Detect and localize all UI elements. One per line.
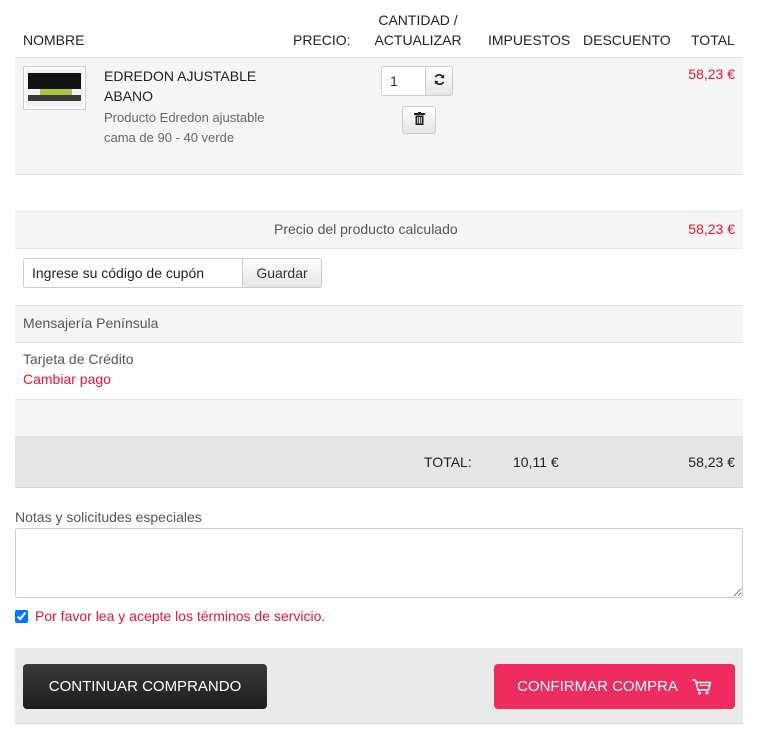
quantity-control — [381, 66, 453, 96]
header-discount: DESCUENTO — [583, 32, 671, 48]
coupon-input[interactable] — [23, 258, 243, 288]
spacer-row — [15, 400, 743, 437]
calculated-price-label: Precio del producto calculado — [274, 221, 458, 237]
product-description: Producto Edredon ajustable cama de 90 - … — [104, 110, 265, 145]
shipping-row: Mensajería Península — [15, 306, 743, 343]
quantity-input[interactable] — [381, 66, 426, 96]
terms-text[interactable]: Por favor lea y acepte los términos de s… — [35, 608, 325, 624]
change-payment-link[interactable]: Cambiar pago — [23, 371, 111, 387]
refresh-icon — [433, 73, 446, 89]
cart-page: NOMBRE PRECIO: CANTIDAD / ACTUALIZAR IMP… — [0, 0, 759, 743]
calculated-price-row: Precio del producto calculado 58,23 € — [15, 212, 743, 249]
header-quantity-line1: CANTIDAD / — [378, 12, 458, 28]
confirm-purchase-label: CONFIRMAR COMPRA — [517, 678, 678, 695]
checkout-actions: CONTINUAR COMPRANDO CONFIRMAR COMPRA — [15, 648, 743, 724]
header-quantity-line2: ACTUALIZAR — [374, 32, 462, 48]
order-total-tax: 10,11 € — [513, 454, 559, 470]
remove-item-button[interactable] — [402, 106, 436, 134]
terms-agreement[interactable]: Por favor lea y acepte los términos de s… — [15, 608, 325, 624]
product-name[interactable]: EDREDON AJUSTABLE ABANO — [104, 66, 274, 106]
notes-label: Notas y solicitudes especiales — [15, 509, 202, 525]
trash-icon — [413, 112, 425, 128]
header-price: PRECIO: — [293, 32, 351, 48]
product-total: 58,23 € — [688, 66, 735, 82]
continue-shopping-button[interactable]: CONTINUAR COMPRANDO — [23, 664, 267, 709]
order-total-value: 58,23 € — [688, 454, 735, 470]
calculated-price-value: 58,23 € — [688, 221, 735, 237]
header-total: TOTAL — [691, 32, 735, 48]
confirm-purchase-button[interactable]: CONFIRMAR COMPRA — [494, 664, 735, 709]
header-name: NOMBRE — [23, 32, 85, 48]
coupon-row: Guardar — [15, 249, 743, 306]
notes-textarea[interactable] — [15, 528, 743, 598]
order-total-row: TOTAL: 10,11 € 58,23 € — [15, 437, 743, 488]
save-coupon-button[interactable]: Guardar — [242, 258, 322, 288]
header-quantity: CANTIDAD / ACTUALIZAR — [370, 10, 466, 50]
product-thumbnail[interactable] — [23, 66, 86, 110]
update-quantity-button[interactable] — [425, 66, 453, 96]
header-taxes: IMPUESTOS — [488, 32, 571, 48]
product-row: EDREDON AJUSTABLE ABANO Producto Edredon… — [15, 58, 743, 175]
cart-table-header: NOMBRE PRECIO: CANTIDAD / ACTUALIZAR IMP… — [15, 0, 743, 58]
payment-row: Tarjeta de Crédito Cambiar pago — [15, 343, 743, 400]
payment-method: Tarjeta de Crédito — [23, 351, 134, 367]
shipping-method: Mensajería Península — [23, 315, 159, 331]
order-total-label: TOTAL: — [424, 454, 472, 470]
terms-checkbox[interactable] — [15, 609, 28, 623]
spacer-row — [15, 175, 743, 212]
cart-icon — [692, 678, 712, 695]
